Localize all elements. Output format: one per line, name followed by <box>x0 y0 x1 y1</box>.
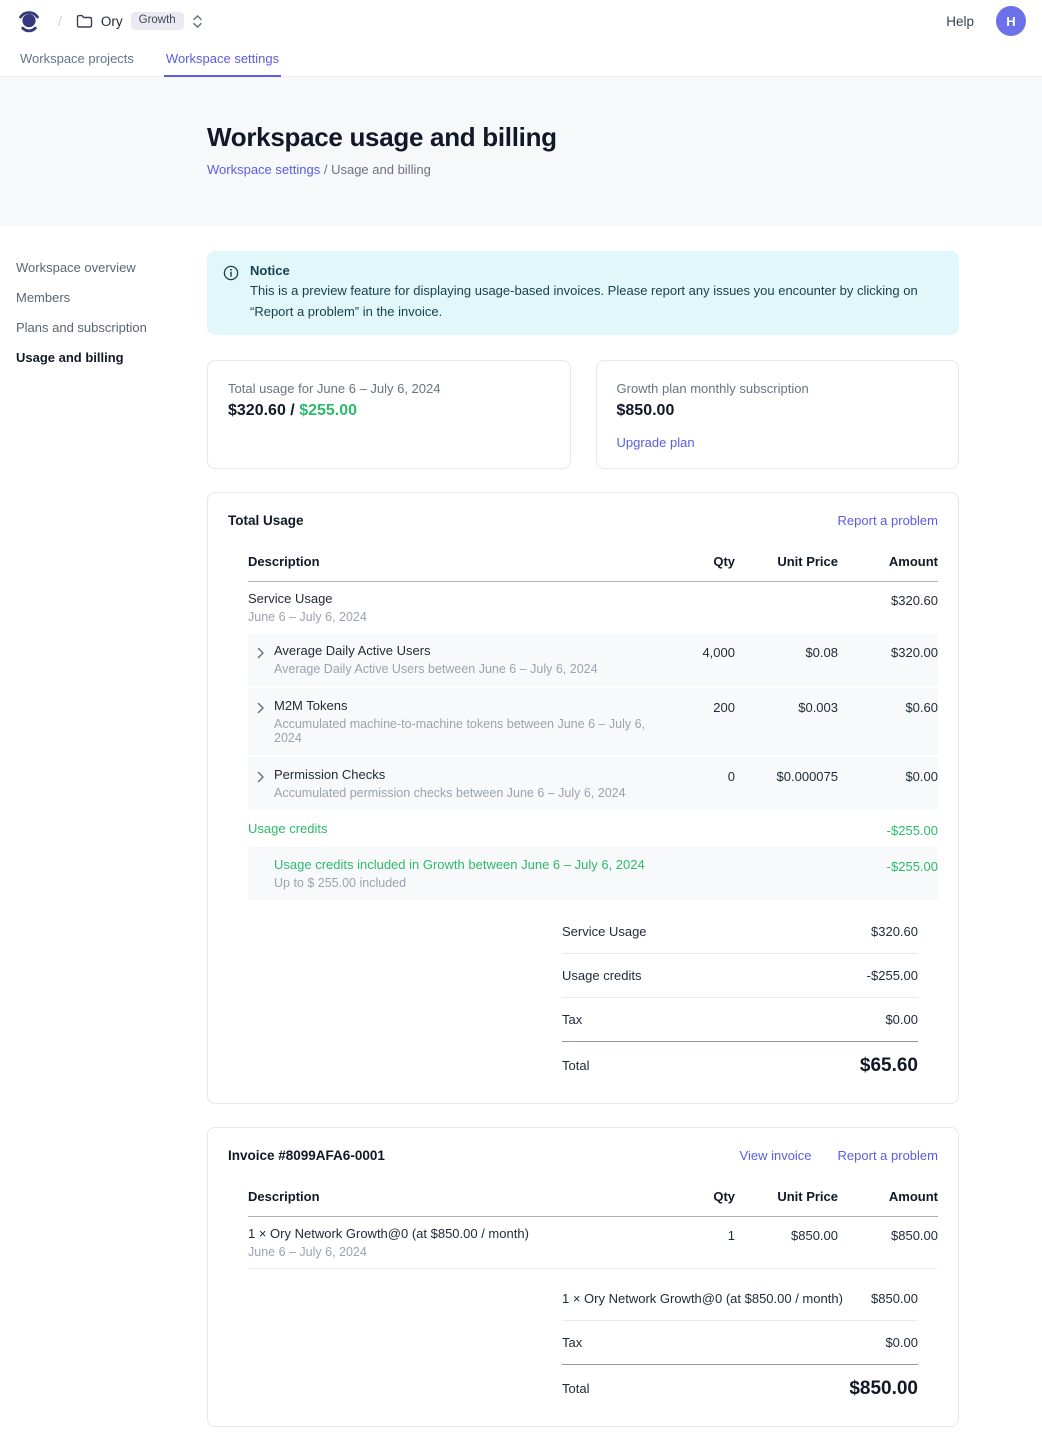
summary-row-plan: 1 × Ory Network Growth@0 (at $850.00 / m… <box>562 1277 918 1321</box>
topbar-right: Help H <box>946 6 1026 36</box>
breadcrumb: Workspace settings / Usage and billing <box>207 162 1042 177</box>
report-problem-link[interactable]: Report a problem <box>838 1148 938 1163</box>
table-row-permission-checks: Permission Checks Accumulated permission… <box>248 757 938 812</box>
plan-value: $850.00 <box>617 402 939 420</box>
notice-text: Notice This is a preview feature for dis… <box>250 263 940 323</box>
workspace-name: Ory <box>101 14 123 29</box>
summary-row-service-usage: Service Usage $320.60 <box>562 910 918 954</box>
report-problem-link[interactable]: Report a problem <box>838 513 938 528</box>
invoice-line-item: 1 × Ory Network Growth@0 (at $850.00 / m… <box>248 1217 938 1269</box>
col-unit-price: Unit Price <box>743 1189 838 1204</box>
invoice-table-header: Description Qty Unit Price Amount <box>248 1177 938 1217</box>
total-usage-label: Total usage for June 6 – July 6, 2024 <box>228 381 550 396</box>
col-qty: Qty <box>665 554 735 569</box>
help-link[interactable]: Help <box>946 14 974 29</box>
info-icon <box>223 265 239 323</box>
col-unit-price: Unit Price <box>743 554 838 569</box>
breadcrumb-parent-link[interactable]: Workspace settings <box>207 162 320 177</box>
notice-body: This is a preview feature for displaying… <box>250 281 940 323</box>
total-usage-value: $320.60 / $255.00 <box>228 402 550 420</box>
invoice-summary: 1 × Ory Network Growth@0 (at $850.00 / m… <box>562 1277 918 1402</box>
breadcrumb-separator: / <box>58 13 62 29</box>
ory-logo-icon[interactable] <box>16 8 42 34</box>
main-area: Workspace overview Members Plans and sub… <box>0 226 1042 1443</box>
page-header: Workspace usage and billing Workspace se… <box>0 77 1042 226</box>
summary-row-tax: Tax $0.00 <box>562 1321 918 1365</box>
table-row-usage-credits-included: Usage credits included in Growth between… <box>248 847 938 902</box>
settings-sidebar: Workspace overview Members Plans and sub… <box>0 251 207 1427</box>
total-usage-card: Total usage for June 6 – July 6, 2024 $3… <box>207 360 571 469</box>
invoice-table: Description Qty Unit Price Amount 1 × Or… <box>248 1177 938 1269</box>
tab-workspace-projects[interactable]: Workspace projects <box>18 42 136 77</box>
workspace-plan-badge: Growth <box>131 12 184 30</box>
col-qty: Qty <box>665 1189 735 1204</box>
invoice-panel-head: Invoice #8099AFA6-0001 View invoice Repo… <box>228 1148 938 1163</box>
folder-icon <box>76 14 93 29</box>
expand-chevron-icon[interactable] <box>248 767 274 800</box>
tab-workspace-settings[interactable]: Workspace settings <box>164 42 281 77</box>
workspace-tabs: Workspace projects Workspace settings <box>0 42 1042 77</box>
invoice-title: Invoice #8099AFA6-0001 <box>228 1148 385 1163</box>
usage-credit-value: $255.00 <box>299 402 357 419</box>
summary-row-usage-credits: Usage credits -$255.00 <box>562 954 918 998</box>
workspace-selector[interactable]: Ory Growth <box>76 12 203 30</box>
topbar: / Ory Growth Help H <box>0 0 1042 42</box>
notice-banner: Notice This is a preview feature for dis… <box>207 251 959 335</box>
usage-summary: Service Usage $320.60 Usage credits -$25… <box>562 910 918 1079</box>
selector-caret-icon <box>192 14 203 29</box>
col-description: Description <box>248 554 657 569</box>
plan-card: Growth plan monthly subscription $850.00… <box>596 360 960 469</box>
col-amount: Amount <box>846 554 938 569</box>
plan-label: Growth plan monthly subscription <box>617 381 939 396</box>
page-title: Workspace usage and billing <box>207 121 1042 153</box>
usage-table-header: Description Qty Unit Price Amount <box>248 542 938 582</box>
user-avatar[interactable]: H <box>996 6 1026 36</box>
table-row-m2m-tokens: M2M Tokens Accumulated machine-to-machin… <box>248 688 938 757</box>
col-amount: Amount <box>846 1189 938 1204</box>
sidebar-item-workspace-overview[interactable]: Workspace overview <box>16 255 183 280</box>
summary-row-total: Total $850.00 <box>562 1365 918 1402</box>
upgrade-plan-link[interactable]: Upgrade plan <box>617 435 695 450</box>
expand-chevron-icon[interactable] <box>248 643 274 676</box>
summary-row-tax: Tax $0.00 <box>562 998 918 1042</box>
invoice-panel: Invoice #8099AFA6-0001 View invoice Repo… <box>207 1127 959 1427</box>
total-usage-panel: Total Usage Report a problem Description… <box>207 492 959 1104</box>
usage-panel-head: Total Usage Report a problem <box>228 513 938 528</box>
breadcrumb-separator: / <box>324 162 328 177</box>
breadcrumb-current: Usage and billing <box>331 162 431 177</box>
sidebar-item-usage-and-billing[interactable]: Usage and billing <box>16 345 183 370</box>
stat-cards: Total usage for June 6 – July 6, 2024 $3… <box>207 360 959 469</box>
expand-chevron-icon[interactable] <box>248 698 274 745</box>
sidebar-item-plans-and-subscription[interactable]: Plans and subscription <box>16 315 183 340</box>
summary-row-total: Total $65.60 <box>562 1042 918 1079</box>
table-row-daily-active-users: Average Daily Active Users Average Daily… <box>248 633 938 688</box>
view-invoice-link[interactable]: View invoice <box>740 1148 812 1163</box>
content-column: Notice This is a preview feature for dis… <box>207 251 959 1427</box>
top-nav: / Ory Growth Help H Workspace projects W… <box>0 0 1042 77</box>
sidebar-item-members[interactable]: Members <box>16 285 183 310</box>
table-row-service-usage: Service Usage June 6 – July 6, 2024 $320… <box>248 582 938 633</box>
table-row-usage-credits: Usage credits -$255.00 <box>248 812 938 847</box>
usage-table: Description Qty Unit Price Amount Servic… <box>248 542 938 902</box>
col-description: Description <box>248 1189 657 1204</box>
notice-title: Notice <box>250 263 940 278</box>
usage-panel-title: Total Usage <box>228 513 304 528</box>
